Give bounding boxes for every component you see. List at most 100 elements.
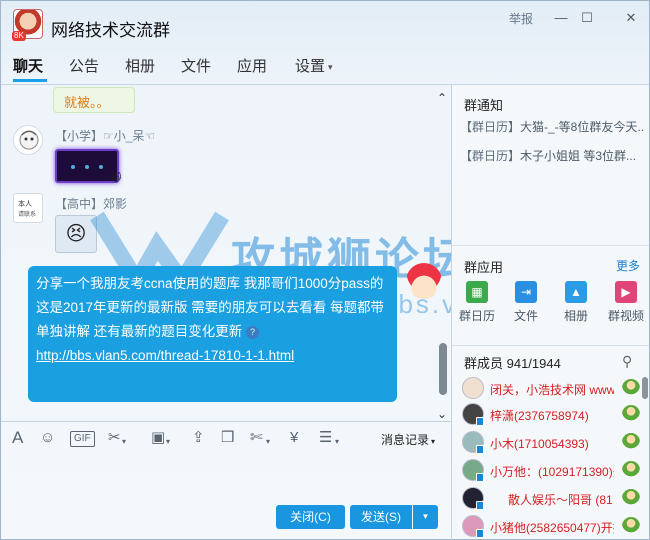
scroll-down-arrow-icon[interactable]: ⌄	[437, 407, 447, 421]
scissors-icon[interactable]: ✄	[250, 429, 263, 447]
tab-apps[interactable]: 应用	[237, 55, 267, 76]
help-icon[interactable]: ?	[246, 325, 260, 339]
cut-image-icon[interactable]: ✂	[108, 429, 121, 447]
app-files[interactable]: ⇥ 文件	[504, 281, 548, 324]
member-row[interactable]: 小万他：(1029171390)开	[462, 459, 642, 485]
notice-item[interactable]: 【群日历】木子小姐姐 等3位群...	[460, 147, 644, 164]
app-video[interactable]: ▶ 群视频	[604, 281, 648, 324]
send-button[interactable]: 发送(S)	[350, 505, 412, 529]
notice-tag: 【群日历】	[460, 149, 521, 163]
phone-status-icon	[476, 529, 484, 538]
upload-icon[interactable]: ⇪	[192, 429, 205, 447]
image-icon[interactable]: ▣	[151, 429, 165, 447]
close-button[interactable]: 关闭(C)	[276, 505, 345, 529]
member-role-icon	[622, 433, 640, 451]
search-icon[interactable]: ⚲	[622, 353, 632, 370]
apps-title: 群应用	[464, 260, 504, 275]
send-options-chevron-icon[interactable]: ▼	[413, 505, 438, 529]
cat-sticker-icon: 🐱	[111, 173, 122, 184]
notice-text: 木子小姐姐 等3位群...	[520, 149, 637, 163]
notice-title: 群通知	[464, 98, 504, 113]
more-apps-link[interactable]: 更多	[616, 257, 640, 274]
popup-text: 分享一个我朋友考ccna使用的题库 我那哥们1000分pass的 这是2017年…	[36, 276, 385, 339]
chevron-down-icon[interactable]: ▾	[122, 433, 126, 451]
avatar[interactable]	[13, 125, 43, 155]
group-avatar[interactable]: 8K	[12, 9, 43, 41]
message-bubble: 就被。。	[53, 87, 135, 113]
sticker-image[interactable]	[55, 149, 119, 183]
chevron-down-icon[interactable]: ▾	[166, 433, 170, 451]
toolbar-divider	[1, 421, 451, 422]
maximize-button[interactable]: ☐	[577, 9, 597, 27]
member-row[interactable]: 小猪他(2582650477)开招	[462, 515, 642, 540]
tab-bar: 聊天 公告 相册 文件 应用 设置 ▾	[1, 51, 649, 81]
message-input[interactable]	[1, 453, 451, 503]
member-name: 小猪他(2582650477)开招	[490, 521, 614, 535]
notice-text: 大猫-_-等8位群友今天...	[520, 120, 644, 134]
member-role-icon	[622, 489, 640, 507]
app-label: 文件	[513, 309, 538, 323]
section-divider	[452, 345, 649, 346]
chat-scrollbar[interactable]	[439, 343, 447, 395]
notice-tag: 【群日历】	[460, 120, 521, 134]
members-title: 群成员 941/1944	[464, 356, 561, 371]
right-panel: 群通知 【群日历】大猫-_-等8位群友今天... 【群日历】木子小姐姐 等3位群…	[452, 85, 649, 539]
history-label: 消息记录	[381, 433, 430, 447]
tab-files[interactable]: 文件	[181, 55, 211, 76]
svg-text:请联系: 请联系	[18, 210, 36, 218]
member-name: 散人娱乐～阳哥 (81	[508, 493, 613, 507]
member-role-icon	[622, 379, 640, 397]
active-tab-indicator	[13, 79, 47, 82]
app-calendar[interactable]: ▦ 群日历	[455, 281, 499, 324]
avatar	[462, 377, 484, 399]
tab-album[interactable]: 相册	[125, 55, 155, 76]
member-row[interactable]: 小木(1710054393)	[462, 431, 642, 457]
tab-settings[interactable]: 设置 ▾	[295, 55, 333, 76]
notice-item[interactable]: 【群日历】大猫-_-等8位群友今天...	[460, 118, 644, 135]
chevron-down-icon: ▾	[328, 61, 333, 72]
avatar-badge: 8K	[12, 31, 26, 41]
tab-chat[interactable]: 聊天	[13, 55, 43, 76]
app-album[interactable]: ▲ 相册	[554, 281, 598, 324]
member-row[interactable]: 闭关，小浩技术网 www	[462, 377, 642, 403]
share-popup[interactable]: 分享一个我朋友考ccna使用的题库 我那哥们1000分pass的 这是2017年…	[28, 266, 397, 402]
phone-status-icon	[476, 445, 484, 454]
calendar-icon: ▦	[466, 281, 488, 303]
minimize-button[interactable]: —	[551, 9, 571, 27]
report-button[interactable]: 举报	[509, 10, 533, 27]
red-packet-icon[interactable]: ¥	[290, 429, 298, 447]
member-role-icon	[622, 517, 640, 535]
member-row[interactable]: 梓潇(2376758974)	[462, 403, 642, 429]
tab-announcement[interactable]: 公告	[69, 55, 99, 76]
member-name: 闭关，小浩技术网 www	[490, 383, 614, 397]
app-label: 群视频	[607, 309, 644, 323]
chat-menu-icon[interactable]: ☰	[319, 429, 332, 447]
phone-status-icon	[476, 501, 484, 510]
close-window-button[interactable]: ✕	[621, 9, 641, 27]
svg-text:本人: 本人	[18, 199, 32, 208]
app-label: 群日历	[458, 309, 495, 323]
video-icon: ▶	[615, 281, 637, 303]
popup-link[interactable]: http://bbs.vlan5.com/thread-17810-1-1.ht…	[36, 344, 389, 368]
chevron-down-icon: ▾	[431, 437, 436, 446]
mushroom-mascot-icon	[406, 263, 442, 299]
avatar[interactable]: 本人 请联系	[13, 193, 43, 223]
gift-icon[interactable]: ❒	[221, 429, 234, 447]
file-icon: ⇥	[515, 281, 537, 303]
sender-name[interactable]: 【小学】☞小_呆☜	[55, 127, 155, 144]
chevron-down-icon[interactable]: ▾	[266, 433, 270, 451]
phone-status-icon	[476, 473, 484, 482]
member-row[interactable]: 散人娱乐～阳哥 (81	[462, 487, 642, 513]
emoji-icon[interactable]: ☺	[40, 429, 55, 447]
input-toolbar: A ☺ GIF ✂ ▾ ▣ ▾ ⇪ ❒ ✄ ▾ ¥ ☰ ▾ 消息记录 ▾	[1, 423, 451, 453]
message-history-button[interactable]: 消息记录 ▾	[381, 431, 435, 448]
scroll-up-arrow-icon[interactable]: ⌃	[437, 91, 447, 105]
chevron-down-icon[interactable]: ▾	[335, 433, 339, 451]
photo-icon: ▲	[565, 281, 587, 303]
font-icon[interactable]: A	[12, 429, 23, 447]
member-name: 梓潇(2376758974)	[490, 409, 589, 423]
member-name: 小木(1710054393)	[490, 437, 589, 451]
gif-icon[interactable]: GIF	[70, 431, 95, 447]
member-name: 小万他：(1029171390)开	[490, 465, 614, 479]
member-list-scrollbar[interactable]	[642, 377, 648, 399]
